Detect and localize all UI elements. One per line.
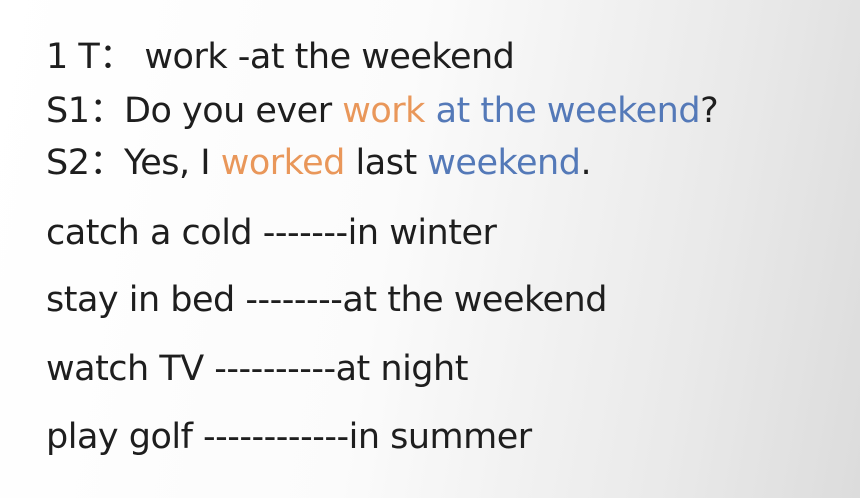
question-text: Do you ever [124, 91, 343, 131]
dashes: ------------ [203, 417, 349, 457]
phrase-row: play golf ------------in summer [46, 417, 532, 457]
phrase-row: stay in bed --------at the weekend [46, 280, 607, 320]
time-phrase: at the weekend [342, 280, 607, 320]
dashes: ------- [262, 213, 348, 253]
speaker-label: S1： [46, 91, 125, 131]
answer-text: Yes, I [124, 143, 221, 183]
time-phrase: in winter [347, 213, 497, 253]
phrase-row: watch TV ----------at night [46, 349, 468, 389]
teacher-prompt: 1 T： work -at the weekend [46, 37, 515, 77]
punctuation: . [580, 143, 592, 183]
dashes: -------- [245, 280, 343, 320]
activity: watch TV [46, 349, 215, 389]
activity: catch a cold [46, 213, 263, 253]
time-phrase: in summer [348, 417, 533, 457]
verb-highlight: work [342, 91, 425, 131]
time-highlight: at the weekend [435, 91, 701, 131]
dashes: ---------- [214, 349, 336, 389]
student2-answer: S2：Yes, I worked last weekend. [46, 143, 592, 183]
student1-question: S1：Do you ever work at the weekend? [46, 91, 719, 131]
punctuation: ? [700, 91, 719, 131]
activity: stay in bed [46, 280, 246, 320]
answer-text: last [344, 143, 428, 183]
time-phrase: at night [335, 349, 469, 389]
verb-highlight: worked [220, 143, 346, 183]
time-highlight: weekend [427, 143, 581, 183]
prompt-text: work -at the weekend [144, 37, 515, 77]
speaker-label: 1 T： [46, 37, 134, 77]
speaker-label: S2： [46, 143, 125, 183]
activity: play golf [46, 417, 204, 457]
phrase-row: catch a cold -------in winter [46, 213, 497, 253]
